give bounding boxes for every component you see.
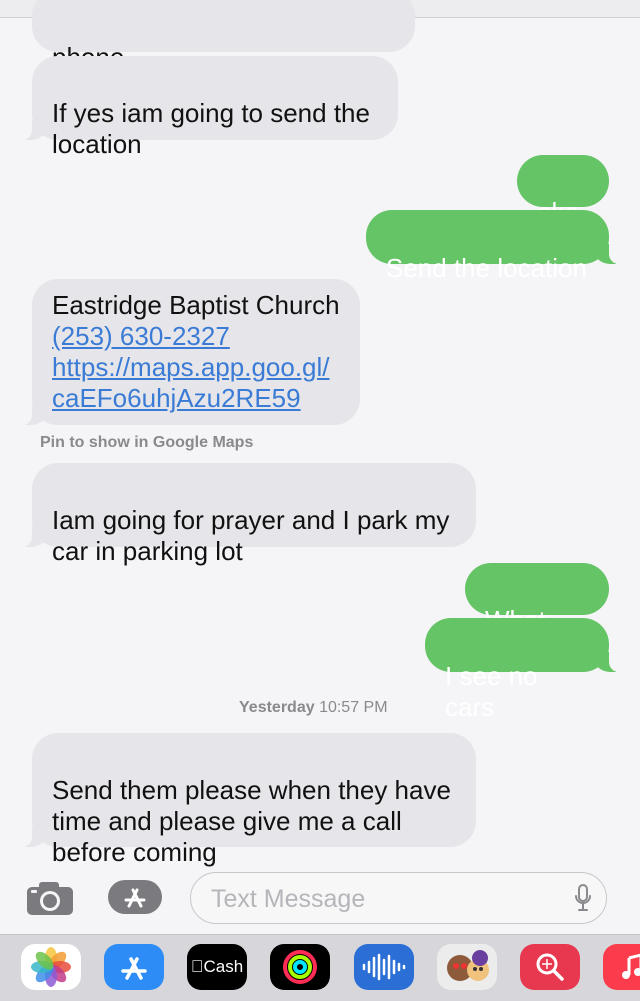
pin-note-text: Pin to show in Google Maps bbox=[40, 434, 254, 451]
location-title: Eastridge Baptist Church bbox=[52, 290, 340, 320]
photos-icon bbox=[31, 947, 71, 987]
search-app[interactable] bbox=[520, 944, 580, 990]
cash-label: Cash bbox=[197, 957, 244, 976]
memoji-icon bbox=[447, 950, 489, 981]
app-store-icon bbox=[121, 957, 147, 980]
microphone-icon[interactable] bbox=[574, 884, 592, 912]
voice-memos-app[interactable] bbox=[354, 944, 414, 990]
message-outgoing[interactable]: okay bbox=[517, 155, 609, 258]
timestamp-time: 10:57 PM bbox=[319, 699, 388, 716]
phone-link[interactable]: (253) 630-2327 bbox=[52, 321, 342, 352]
message-placeholder: Text Message bbox=[211, 885, 366, 913]
camera-icon bbox=[27, 882, 73, 915]
message-incoming[interactable]: If yes iam going to send the location bbox=[16, 56, 398, 159]
message-text: I see no cars bbox=[445, 661, 538, 722]
message-text: Send them please when they have time and… bbox=[52, 775, 451, 867]
message-incoming[interactable]: phone bbox=[32, 0, 415, 72]
composer-bar: Text Message bbox=[0, 862, 640, 934]
apps-button[interactable] bbox=[108, 880, 162, 914]
message-text: If yes iam going to send the location bbox=[52, 98, 370, 159]
memoji-app[interactable] bbox=[437, 944, 497, 990]
message-input[interactable]: Text Message bbox=[190, 872, 607, 924]
music-app[interactable] bbox=[603, 944, 640, 990]
timestamp: Yesterday 10:57 PM bbox=[239, 699, 388, 717]
message-outgoing[interactable]: What car bbox=[465, 563, 609, 666]
search-icon bbox=[536, 953, 564, 981]
fitness-app[interactable] bbox=[270, 944, 330, 990]
apple-icon:  bbox=[191, 957, 204, 977]
fitness-icon bbox=[283, 950, 317, 984]
maps-link[interactable]: https://maps.app.goo.gl/ caEFo6uhjAzu2RE… bbox=[52, 352, 342, 414]
app-store-icon bbox=[124, 888, 146, 908]
message-outgoing[interactable]: I see no cars bbox=[425, 618, 625, 722]
cash-app[interactable]:  Cash bbox=[187, 944, 247, 990]
app-drawer:  Cash bbox=[0, 934, 640, 1001]
message-incoming[interactable]: Iam going for prayer and I park my car i… bbox=[16, 463, 476, 566]
message-text: Send the location bbox=[386, 253, 587, 283]
message-incoming-location[interactable]: Eastridge Baptist Church (253) 630-2327 … bbox=[16, 279, 360, 425]
app-store-app[interactable] bbox=[104, 944, 164, 990]
message-incoming[interactable]: Send them please when they have time and… bbox=[16, 733, 476, 867]
music-icon bbox=[622, 953, 640, 979]
message-outgoing[interactable]: Send the location bbox=[366, 210, 625, 283]
camera-button[interactable] bbox=[25, 880, 75, 916]
timestamp-day: Yesterday bbox=[239, 699, 315, 716]
message-thread: phone If yes iam going to send the locat… bbox=[0, 0, 640, 867]
photos-app[interactable] bbox=[21, 944, 81, 990]
pin-note: Pin to show in Google Maps bbox=[40, 434, 253, 452]
message-text: Iam going for prayer and I park my car i… bbox=[52, 505, 450, 566]
voice-memos-icon bbox=[362, 953, 406, 981]
